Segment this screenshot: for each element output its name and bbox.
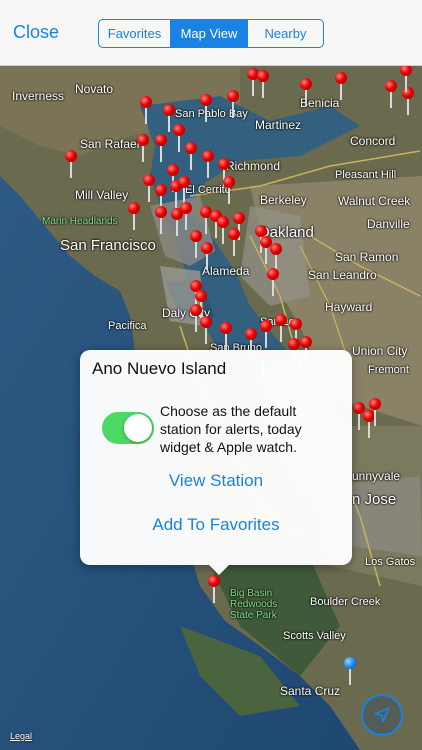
station-pin[interactable] bbox=[228, 228, 240, 256]
station-pin[interactable] bbox=[227, 90, 239, 118]
station-pin[interactable] bbox=[353, 402, 365, 430]
station-pin[interactable] bbox=[180, 202, 192, 230]
map-label-san-jose: n Jose bbox=[352, 491, 397, 508]
map-label-fremont: Fremont bbox=[368, 364, 409, 376]
station-pin[interactable] bbox=[220, 322, 232, 350]
tab-nearby[interactable]: Nearby bbox=[248, 20, 323, 47]
map-label-union-city: Union City bbox=[352, 344, 408, 358]
station-pin[interactable] bbox=[260, 236, 272, 264]
map-label-san-francisco: San Francisco bbox=[60, 237, 156, 254]
station-pin[interactable] bbox=[247, 68, 259, 96]
station-pin[interactable] bbox=[137, 134, 149, 162]
map-label-concord: Concord bbox=[350, 134, 396, 148]
current-location-pin[interactable] bbox=[344, 657, 356, 685]
station-pin[interactable] bbox=[170, 180, 182, 208]
map-label-alameda: Alameda bbox=[202, 264, 250, 278]
station-pin[interactable] bbox=[190, 304, 202, 332]
tab-map-view[interactable]: Map View bbox=[171, 20, 248, 47]
map-label-san-ramon: San Ramon bbox=[335, 250, 399, 264]
station-pin[interactable] bbox=[65, 150, 77, 178]
station-pin[interactable] bbox=[300, 78, 312, 106]
map-label-big-basin: Big Basin Redwoods State Park bbox=[230, 588, 278, 621]
map-label-san-pablo-bay: San Pablo Bay bbox=[175, 108, 248, 120]
station-pin[interactable] bbox=[185, 142, 197, 170]
map-label-hayward: Hayward bbox=[325, 300, 373, 314]
map-label-walnut-creek: Walnut Creek bbox=[338, 194, 411, 208]
map-label-san-leandro: San Leandro bbox=[308, 268, 377, 282]
map-label-inverness: Inverness bbox=[12, 89, 65, 103]
map-label-los-gatos: Los Gatos bbox=[365, 556, 416, 568]
station-pin[interactable] bbox=[223, 176, 235, 204]
station-name: Ano Nuevo Island bbox=[92, 359, 227, 378]
default-station-description: Choose as the default station for alerts… bbox=[160, 403, 302, 455]
map-label-marin-headlands: Marin Headlands bbox=[42, 216, 118, 227]
legal-link[interactable]: Legal bbox=[10, 731, 32, 741]
default-station-toggle[interactable] bbox=[102, 412, 154, 444]
navigation-bar: Close Favorites Map View Nearby bbox=[0, 0, 422, 66]
station-pin[interactable] bbox=[260, 320, 272, 348]
map-label-san-rafael: San Rafael bbox=[80, 137, 140, 151]
station-pin[interactable] bbox=[257, 70, 269, 98]
close-button[interactable]: Close bbox=[13, 22, 59, 43]
station-pin[interactable] bbox=[155, 206, 167, 234]
station-pin[interactable] bbox=[143, 174, 155, 202]
location-arrow-icon bbox=[374, 707, 390, 723]
station-pin[interactable] bbox=[178, 176, 190, 204]
map-label-pacifica: Pacifica bbox=[108, 320, 147, 332]
view-station-button[interactable]: View Station bbox=[80, 471, 352, 491]
map-label-mill-valley: Mill Valley bbox=[75, 188, 129, 202]
station-pin[interactable] bbox=[190, 230, 202, 258]
station-pin[interactable] bbox=[385, 80, 397, 108]
selected-station-pin[interactable] bbox=[208, 575, 220, 603]
station-pin[interactable] bbox=[202, 150, 214, 178]
map-label-pleasant-hill: Pleasant Hill bbox=[335, 169, 397, 181]
map-label-boulder-creek: Boulder Creek bbox=[310, 596, 381, 608]
map-label-scotts-valley: Scotts Valley bbox=[283, 630, 346, 642]
station-pin[interactable] bbox=[200, 206, 212, 234]
station-pin[interactable] bbox=[363, 410, 375, 438]
station-pin[interactable] bbox=[173, 124, 185, 152]
map-label-danville: Danville bbox=[367, 217, 410, 231]
station-pin[interactable] bbox=[128, 202, 140, 230]
station-pin[interactable] bbox=[140, 96, 152, 124]
station-pin[interactable] bbox=[369, 398, 381, 426]
tab-favorites[interactable]: Favorites bbox=[99, 20, 171, 47]
station-pin[interactable] bbox=[200, 94, 212, 122]
map-label-novato: Novato bbox=[75, 82, 114, 96]
station-pin[interactable] bbox=[201, 242, 213, 270]
station-pin[interactable] bbox=[267, 268, 279, 296]
map-label-sunnyvale: unnyvale bbox=[352, 469, 401, 483]
toggle-knob bbox=[124, 414, 152, 442]
add-to-favorites-button[interactable]: Add To Favorites bbox=[80, 515, 352, 535]
view-segmented-control: Favorites Map View Nearby bbox=[98, 19, 324, 48]
station-pin[interactable] bbox=[402, 87, 414, 115]
station-pin[interactable] bbox=[200, 316, 212, 344]
station-popup: Ano Nuevo Island Choose as the default s… bbox=[80, 350, 352, 575]
station-pin[interactable] bbox=[171, 208, 183, 236]
locate-me-button[interactable] bbox=[361, 694, 403, 736]
station-pin[interactable] bbox=[335, 72, 347, 100]
station-pin[interactable] bbox=[217, 216, 229, 244]
map-label-santa-cruz: Santa Cruz bbox=[280, 684, 341, 698]
station-pin[interactable] bbox=[163, 104, 175, 132]
map-label-martinez: Martinez bbox=[255, 118, 302, 132]
station-pin[interactable] bbox=[400, 66, 412, 92]
station-pin[interactable] bbox=[155, 134, 167, 162]
map-label-richmond: Richmond bbox=[226, 159, 281, 173]
station-pin[interactable] bbox=[275, 314, 287, 342]
map-label-berkeley: Berkeley bbox=[260, 193, 307, 207]
